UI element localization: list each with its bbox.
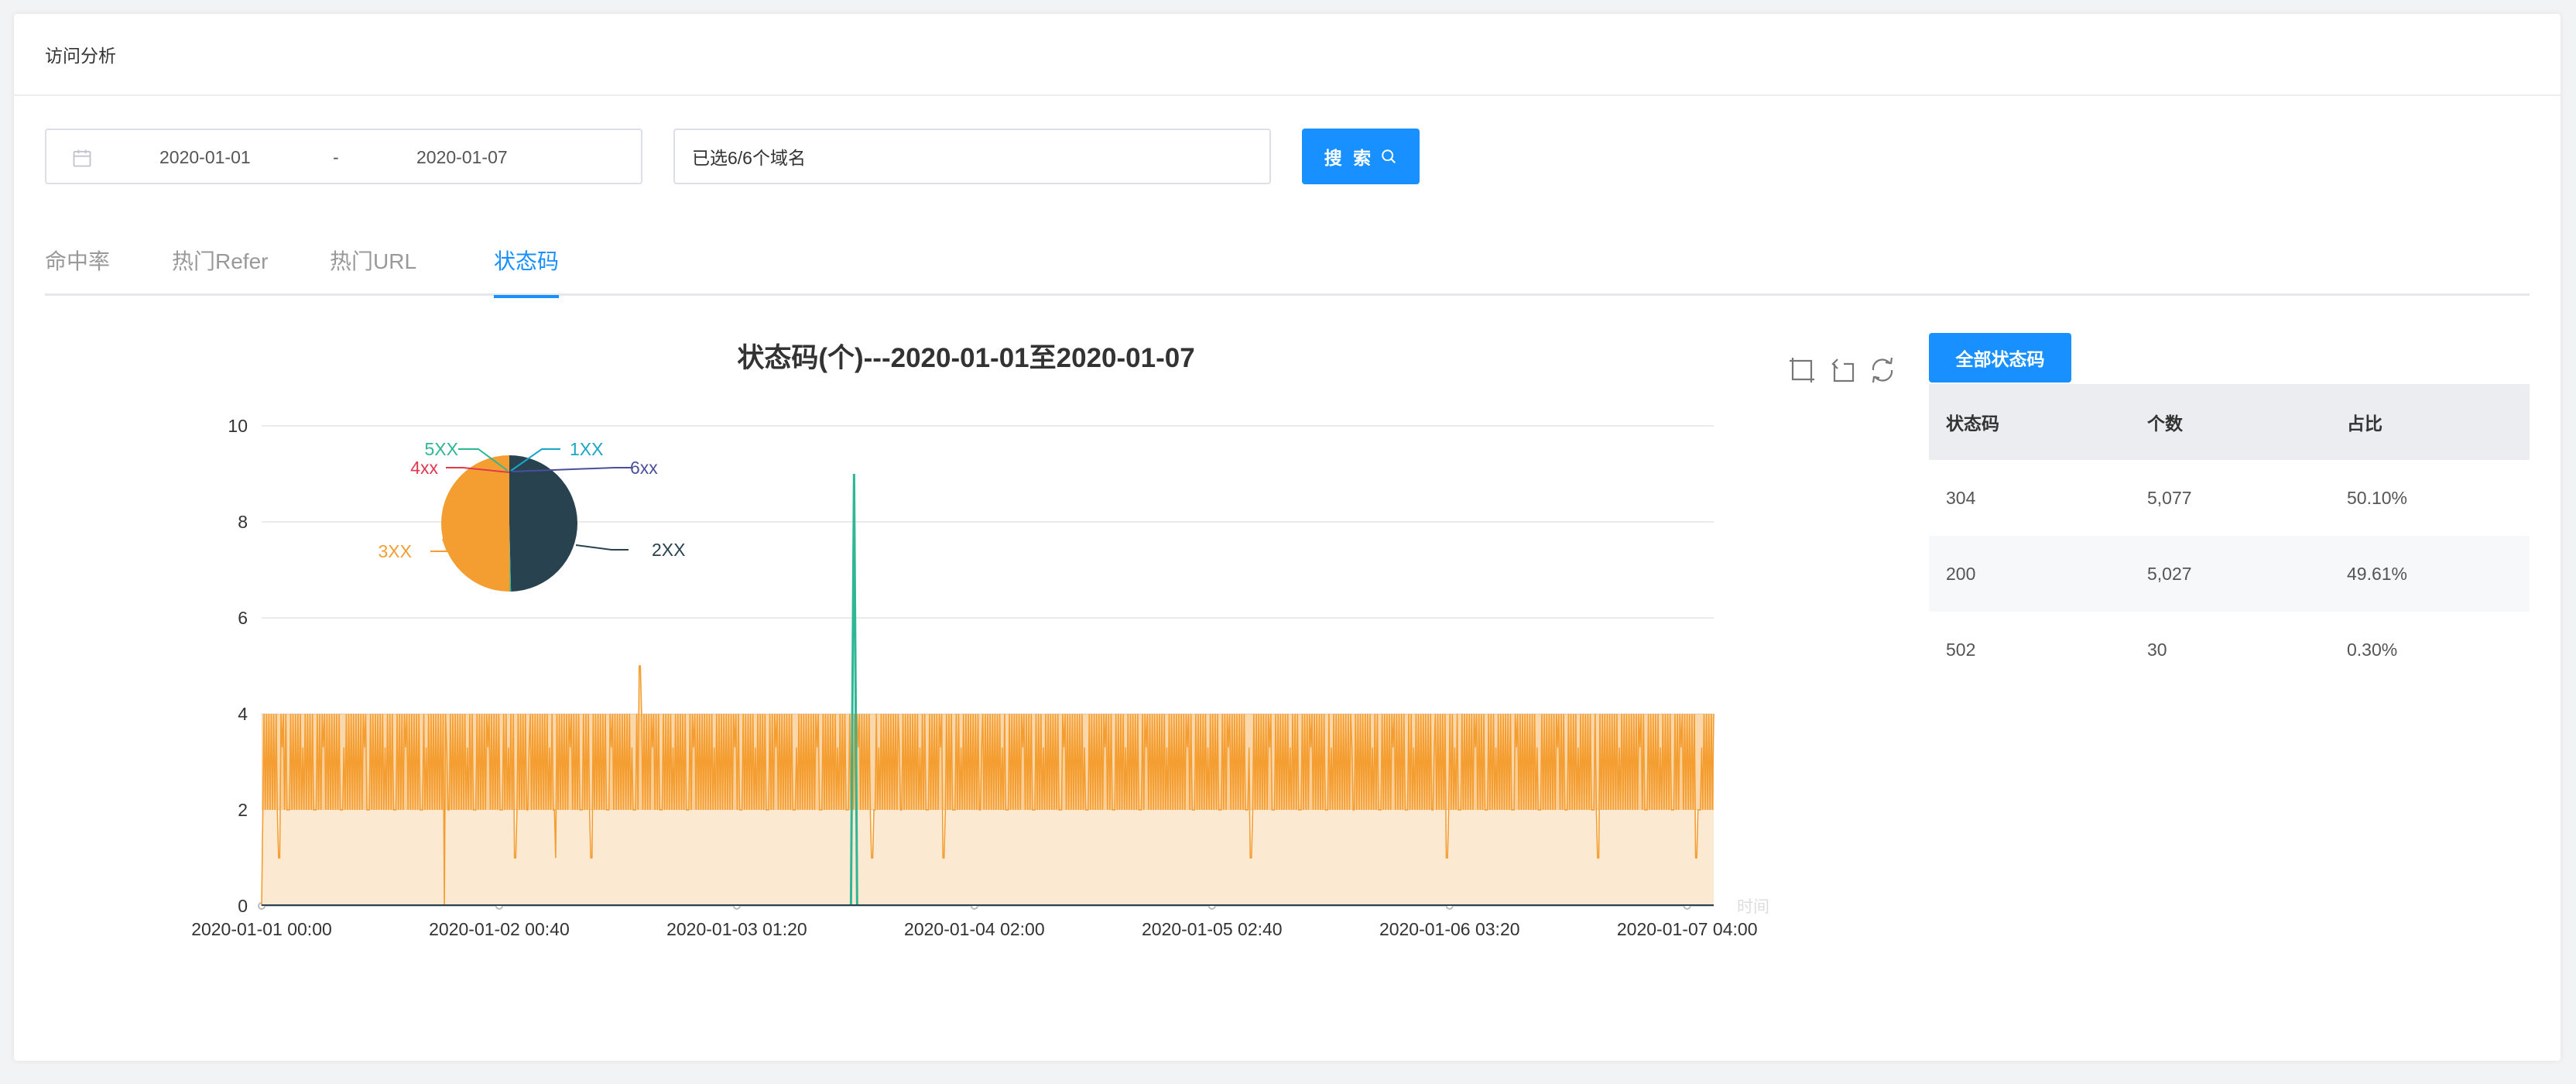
x-axis-label: 时间	[1737, 898, 1769, 916]
search-button-label: 搜 索	[1324, 148, 1375, 168]
page-title: 访问分析	[14, 14, 2561, 96]
start-date-input[interactable]: 2020-01-01	[159, 147, 251, 168]
x-tick-mark	[258, 902, 265, 910]
y-tick-label: 4	[238, 704, 248, 724]
x-tick-label: 2020-01-04 02:00	[904, 919, 1045, 939]
x-tick-label: 2020-01-05 02:40	[1142, 919, 1283, 939]
y-tick-label: 10	[228, 416, 248, 436]
tab-status-code[interactable]: 状态码	[494, 245, 560, 298]
x-tick-label: 2020-01-02 00:40	[429, 919, 570, 939]
tab-top-url[interactable]: 热门URL	[330, 245, 416, 296]
search-button[interactable]: 搜 索	[1302, 129, 1420, 184]
pie-label-5xx: 5XX	[425, 439, 458, 459]
x-tick-mark	[1208, 902, 1216, 910]
cell-ratio: 0.30%	[2347, 639, 2398, 660]
header-ratio: 占比	[2347, 413, 2382, 434]
search-icon	[1382, 149, 1396, 163]
cell-count: 30	[2147, 639, 2167, 660]
cell-status-code: 304	[1946, 487, 1976, 508]
pie-label-6xx: 6xx	[630, 458, 658, 478]
x-tick-mark	[970, 902, 978, 910]
chart-title: 状态码(个)---2020-01-01至2020-01-07	[737, 343, 1195, 373]
all-status-codes-button[interactable]: 全部状态码	[1929, 333, 2071, 382]
pie-label-1xx: 1XX	[570, 439, 603, 459]
tab-top-refer[interactable]: 热门Refer	[172, 245, 268, 296]
status-code-table: 状态码 个数 占比 304 5,077 50.10% 200 5,027 49.…	[1929, 384, 2530, 688]
pie-label-2xx: 2XX	[652, 540, 685, 560]
table-row: 304 5,077 50.10%	[1929, 460, 2530, 536]
x-tick-label: 2020-01-06 03:20	[1379, 919, 1520, 939]
pie-leader-line	[446, 467, 510, 473]
pie-slice-2xx	[509, 455, 577, 592]
pie-leader-line	[512, 467, 632, 472]
header-count: 个数	[2147, 413, 2183, 434]
tab-hit-rate[interactable]: 命中率	[45, 245, 110, 296]
cell-ratio: 49.61%	[2347, 563, 2408, 584]
cell-count: 5,027	[2147, 563, 2192, 584]
x-tick-label: 2020-01-07 04:00	[1617, 919, 1758, 939]
series-3xx-band	[262, 714, 1714, 810]
cell-status-code: 200	[1946, 563, 1976, 584]
series-5xx-spike	[849, 473, 858, 907]
series-3xx-area	[262, 666, 1714, 906]
restore-icon[interactable]	[1867, 355, 1898, 386]
y-tick-label: 6	[238, 608, 248, 628]
x-tick-label: 2020-01-01 00:00	[191, 919, 332, 939]
cell-count: 5,077	[2147, 487, 2192, 508]
date-range-picker[interactable]: 2020-01-01 - 2020-01-07	[45, 129, 642, 184]
zoom-reset-icon[interactable]	[1827, 355, 1858, 386]
series-3xx-line	[261, 665, 1714, 907]
pie-slice-3xx	[440, 455, 510, 592]
y-tick-label: 2	[238, 800, 248, 820]
x-tick-mark	[1445, 902, 1454, 910]
y-tick-label: 8	[238, 512, 248, 532]
table-header-row: 状态码 个数 占比	[1929, 384, 2530, 460]
calendar-icon	[73, 149, 91, 167]
pie-leader-line	[575, 544, 629, 551]
end-date-input[interactable]: 2020-01-07	[416, 147, 508, 168]
cell-ratio: 50.10%	[2347, 487, 2408, 508]
pie-label-3xx: 3XX	[379, 541, 412, 561]
x-tick-mark	[732, 902, 741, 910]
header-status-code: 状态码	[1946, 413, 1999, 434]
x-tick-mark	[1683, 902, 1691, 910]
y-tick-label: 0	[238, 896, 248, 916]
x-tick-mark	[495, 902, 503, 910]
pie-leader-line	[458, 448, 509, 472]
table-row: 502 30 0.30%	[1929, 612, 2530, 688]
pie-slice-5xx	[509, 523, 512, 592]
x-tick-label: 2020-01-03 01:20	[666, 919, 807, 939]
cell-status-code: 502	[1946, 639, 1976, 660]
zoom-icon[interactable]	[1786, 355, 1817, 386]
date-separator: -	[333, 147, 339, 167]
domain-select[interactable]: 已选6/6个域名	[673, 129, 1271, 184]
table-row: 200 5,027 49.61%	[1929, 536, 2530, 612]
tab-bar: 命中率 热门Refer 热门URL 状态码	[45, 229, 2530, 298]
pie-leader-line	[430, 538, 449, 552]
pie-label-4xx: 4xx	[410, 458, 438, 478]
content-card: 访问分析 2020-01-01 - 2020-01-07 已选6/6个域名 搜 …	[14, 14, 2561, 1061]
pie-leader-line	[510, 448, 560, 472]
